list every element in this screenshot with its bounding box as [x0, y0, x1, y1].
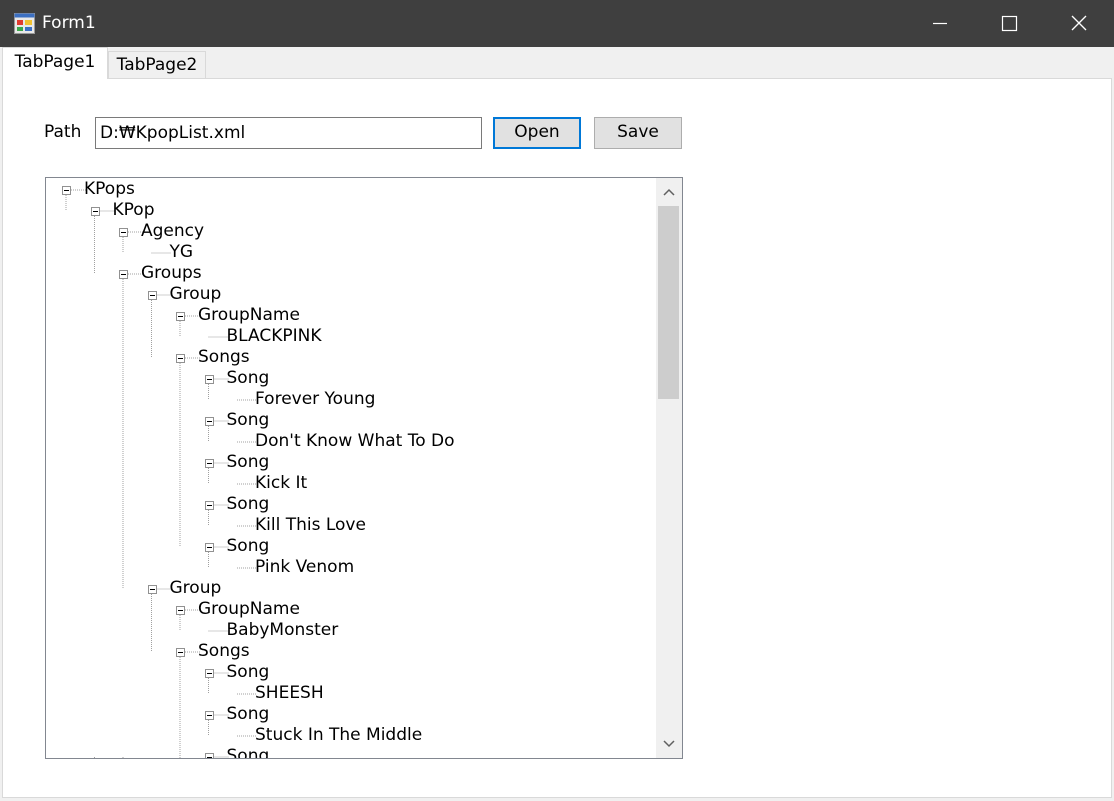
- tree-node[interactable]: BabyMonster: [227, 620, 339, 640]
- collapse-toggle-icon[interactable]: [204, 543, 214, 552]
- collapse-toggle-icon[interactable]: [147, 585, 157, 594]
- collapse-toggle-icon[interactable]: [204, 711, 214, 720]
- collapse-toggle-icon[interactable]: [176, 648, 185, 657]
- tree-node-label: Song: [226, 662, 270, 682]
- vertical-scrollbar[interactable]: [656, 178, 682, 758]
- form-app-icon: [14, 13, 35, 34]
- tree-node[interactable]: BLACKPINK: [227, 326, 322, 346]
- scroll-down-button[interactable]: [656, 732, 682, 756]
- collapse-toggle-icon[interactable]: [62, 186, 71, 195]
- tree-node-label: Stuck In The Middle: [255, 725, 423, 745]
- tree-node-label: Song: [226, 368, 270, 388]
- collapse-toggle-icon[interactable]: [204, 669, 214, 678]
- tree-node[interactable]: Don't Know What To Do: [255, 431, 455, 451]
- close-button[interactable]: [1056, 0, 1102, 47]
- tree-node-label: SHEESH: [255, 683, 324, 703]
- collapse-toggle-icon[interactable]: [204, 417, 214, 426]
- tree-connector-lines: [65, 189, 257, 758]
- tree-node-label: Agency: [141, 221, 205, 241]
- collapse-toggle-icon[interactable]: [176, 312, 185, 321]
- tree-node[interactable]: Song: [227, 704, 270, 724]
- tree-node[interactable]: Song: [227, 662, 270, 682]
- window-title: Form1: [42, 13, 96, 33]
- tab-page-2[interactable]: TabPage2: [108, 51, 206, 79]
- collapse-toggle-icon[interactable]: [119, 270, 128, 279]
- minimize-button[interactable]: [917, 0, 963, 47]
- collapse-toggle-icon[interactable]: [147, 291, 157, 300]
- tree-node-label: Song: [226, 494, 270, 514]
- tree-node[interactable]: Song: [227, 536, 270, 556]
- tree-node[interactable]: Agency: [141, 221, 204, 241]
- maximize-icon: [1001, 15, 1018, 32]
- tab-page-1[interactable]: TabPage1: [2, 47, 108, 79]
- tree-node-label: Forever Young: [255, 389, 376, 409]
- tree-node[interactable]: Kick It: [255, 473, 307, 493]
- tree-node[interactable]: YG: [170, 242, 194, 262]
- scroll-thumb[interactable]: [658, 206, 679, 399]
- tree-node-label: Group: [169, 578, 222, 598]
- collapse-toggle-icon[interactable]: [90, 207, 100, 216]
- tree-node[interactable]: Pink Venom: [255, 557, 354, 577]
- minimize-icon: [933, 22, 947, 25]
- tree-node[interactable]: Song: [227, 494, 270, 514]
- tree-node[interactable]: Songs: [198, 641, 250, 661]
- chevron-down-icon: [663, 740, 675, 748]
- collapse-toggle-icon[interactable]: [204, 375, 214, 384]
- tree-node-label: Kick It: [255, 473, 308, 493]
- tree-node-label: Song: [226, 536, 270, 556]
- tree-node-label: GroupName: [198, 305, 300, 325]
- tree-node-label: Song: [226, 410, 270, 430]
- tree-node[interactable]: Song: [227, 368, 270, 388]
- tree-node[interactable]: Songs: [198, 347, 250, 367]
- title-bar: Form1: [0, 0, 1114, 47]
- xml-tree-view[interactable]: KPops KPop Agency YG Groups Group GroupName BLA…: [45, 177, 683, 759]
- tree-node-label: Song: [226, 704, 270, 724]
- tree-node[interactable]: Song: [227, 410, 270, 430]
- tree-node-label: Songs: [198, 347, 250, 367]
- tree-node[interactable]: SHEESH: [255, 683, 324, 703]
- collapse-toggle-icon[interactable]: [204, 459, 214, 468]
- tree-node[interactable]: Stuck In The Middle: [255, 725, 422, 745]
- tree-node[interactable]: KPop: [113, 200, 155, 220]
- tree-node[interactable]: Song: [226, 746, 270, 759]
- tree-node-label: Songs: [198, 641, 250, 661]
- tree-node-label: Song: [226, 452, 270, 472]
- tree-node[interactable]: Song: [227, 452, 270, 472]
- tree-node-label: Pink Venom: [255, 557, 355, 577]
- tree-node[interactable]: GroupName: [198, 305, 300, 325]
- chevron-up-icon: [663, 188, 675, 196]
- collapse-toggle-icon[interactable]: [176, 354, 185, 363]
- path-input[interactable]: [95, 117, 482, 149]
- tree-node-label: Group: [169, 284, 222, 304]
- save-button[interactable]: Save: [594, 117, 682, 149]
- tree-node[interactable]: KPops: [84, 179, 135, 199]
- tree-node[interactable]: GroupName: [198, 599, 300, 619]
- open-button[interactable]: Open: [493, 117, 581, 149]
- path-label: Path: [44, 122, 82, 142]
- tree-node-label: KPops: [84, 179, 135, 199]
- tree-node-label: BLACKPINK: [226, 326, 322, 346]
- tree-node-label: GroupName: [198, 599, 300, 619]
- close-icon: [1071, 15, 1087, 31]
- tree-node-label: Song: [226, 746, 270, 759]
- tree-node[interactable]: Groups: [141, 263, 202, 283]
- tree-node-label: Don't Know What To Do: [255, 431, 455, 451]
- tree-node-label: Kill This Love: [255, 515, 366, 535]
- collapse-toggle-icon[interactable]: [204, 501, 214, 510]
- tree-node[interactable]: Group: [170, 578, 222, 598]
- maximize-button[interactable]: [986, 0, 1032, 47]
- collapse-toggle-icon[interactable]: [119, 228, 128, 237]
- tree-node-label: BabyMonster: [226, 620, 339, 640]
- tree-node-label: KPop: [112, 200, 155, 220]
- collapse-toggle-icon[interactable]: [176, 606, 185, 615]
- tree-node[interactable]: Kill This Love: [255, 515, 366, 535]
- scroll-up-button[interactable]: [656, 180, 682, 204]
- tree-node[interactable]: Group: [170, 284, 222, 304]
- tab-strip: TabPage1 TabPage2: [0, 47, 1114, 79]
- tree-node-label: YG: [169, 242, 194, 262]
- tree-node[interactable]: Forever Young: [255, 389, 375, 409]
- tree-node-label: Groups: [141, 263, 202, 283]
- collapse-toggle-icon[interactable]: [204, 753, 214, 758]
